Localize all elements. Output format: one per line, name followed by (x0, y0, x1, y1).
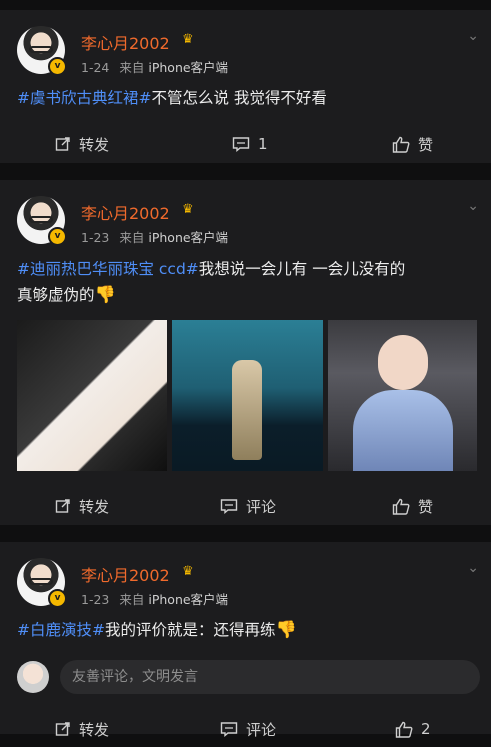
comment-input[interactable]: 友善评论，文明发言 (60, 660, 480, 694)
crown-icon: ♛ (182, 564, 194, 579)
verified-badge-icon: v (48, 227, 67, 246)
chevron-down-icon[interactable]: ⌄ (467, 28, 479, 44)
repost-button[interactable]: 转发 (55, 488, 109, 524)
repost-icon (55, 722, 70, 736)
repost-button[interactable]: 转发 (55, 711, 109, 747)
hashtag-link[interactable]: #虞书欣古典红裙# (17, 89, 151, 107)
dress-shape (353, 390, 453, 471)
thumbs-down-emoji: 👎 (275, 620, 297, 640)
post-text: #迪丽热巴华丽珠宝 ccd#我想说一会儿有 一会儿没有的 真够虚伪的👎 (17, 256, 477, 308)
like-button[interactable]: 赞 (392, 126, 433, 162)
post-body-line1: 我想说一会儿有 一会儿没有的 (198, 260, 406, 278)
repost-icon (55, 137, 70, 151)
action-bar: 转发 评论 赞 (0, 488, 491, 524)
like-count: 2 (421, 720, 431, 738)
username[interactable]: 李心月2002 (81, 200, 170, 224)
repost-icon (55, 499, 70, 513)
post-meta: 1-23 来自 iPhone客户端 (81, 227, 228, 246)
verified-badge-icon: v (48, 57, 67, 76)
photo-thumbnail[interactable] (328, 320, 477, 471)
post-date: 1-23 (81, 592, 110, 607)
thumbs-up-icon (392, 498, 410, 515)
post-source: iPhone客户端 (148, 60, 229, 75)
post-body: 不管怎么说 我觉得不好看 (151, 89, 327, 107)
thumbs-down-emoji: 👎 (94, 285, 116, 305)
comment-label: 评论 (246, 497, 277, 516)
action-bar: 转发 1 赞 (0, 126, 491, 162)
avatar[interactable]: v (17, 196, 67, 246)
glasses-graphic (29, 578, 53, 585)
post-text: #虞书欣古典红裙#不管怎么说 我觉得不好看 (17, 85, 477, 111)
from-prefix: 来自 (119, 60, 145, 75)
post-card: v 李心月2002 ♛ ⌄ 1-23 来自 iPhone客户端 #迪丽热巴华丽珠… (0, 180, 491, 525)
from-prefix: 来自 (119, 592, 145, 607)
repost-label: 转发 (79, 135, 110, 154)
figure-silhouette (232, 360, 262, 460)
post-source: iPhone客户端 (148, 230, 229, 245)
photo-thumbnail[interactable] (172, 320, 323, 471)
hashtag-link[interactable]: #迪丽热巴华丽珠宝 ccd# (17, 260, 199, 278)
post-source: iPhone客户端 (148, 592, 229, 607)
glasses-graphic (29, 46, 53, 53)
like-button[interactable]: 赞 (392, 488, 433, 524)
chevron-down-icon[interactable]: ⌄ (467, 560, 479, 576)
username[interactable]: 李心月2002 (81, 30, 170, 54)
post-card: v 李心月2002 ♛ ⌄ 1-24 来自 iPhone客户端 #虞书欣古典红裙… (0, 10, 491, 163)
comment-count: 1 (258, 135, 268, 153)
comment-placeholder: 友善评论，文明发言 (72, 669, 198, 685)
comment-icon (232, 137, 250, 152)
face-shape (378, 335, 428, 390)
verified-badge-icon: v (48, 589, 67, 608)
my-avatar (17, 661, 49, 693)
post-meta: 1-23 来自 iPhone客户端 (81, 589, 228, 608)
from-prefix: 来自 (119, 230, 145, 245)
post-date: 1-24 (81, 60, 110, 75)
comment-button[interactable]: 1 (232, 126, 268, 162)
thumbs-up-icon (392, 136, 410, 153)
repost-label: 转发 (79, 720, 110, 739)
crown-icon: ♛ (182, 32, 194, 47)
action-bar: 转发 评论 2 (0, 711, 491, 747)
avatar[interactable]: v (17, 558, 67, 608)
comment-button[interactable]: 评论 (220, 711, 276, 747)
post-body: 我的评价就是：还得再练 (104, 621, 276, 639)
like-label: 赞 (418, 497, 434, 516)
repost-button[interactable]: 转发 (55, 126, 109, 162)
comment-icon (220, 499, 238, 514)
like-button[interactable]: 2 (395, 711, 431, 747)
post-meta: 1-24 来自 iPhone客户端 (81, 57, 228, 76)
like-label: 赞 (418, 135, 434, 154)
comment-button[interactable]: 评论 (220, 488, 276, 524)
post-date: 1-23 (81, 230, 110, 245)
post-text: #白鹿演技#我的评价就是：还得再练👎 (17, 617, 477, 643)
comment-icon (220, 722, 238, 737)
chevron-down-icon[interactable]: ⌄ (467, 198, 479, 214)
repost-label: 转发 (79, 497, 110, 516)
avatar[interactable]: v (17, 26, 67, 76)
photo-thumbnail[interactable] (17, 320, 167, 471)
thumbs-up-icon (395, 721, 413, 738)
post-body-line2: 真够虚伪的 (17, 286, 95, 304)
username[interactable]: 李心月2002 (81, 562, 170, 586)
comment-label: 评论 (246, 720, 277, 739)
image-gallery (17, 320, 477, 471)
post-card: v 李心月2002 ♛ ⌄ 1-23 来自 iPhone客户端 #白鹿演技#我的… (0, 542, 491, 739)
crown-icon: ♛ (182, 202, 194, 217)
glasses-graphic (29, 216, 53, 223)
hashtag-link[interactable]: #白鹿演技# (17, 621, 105, 639)
